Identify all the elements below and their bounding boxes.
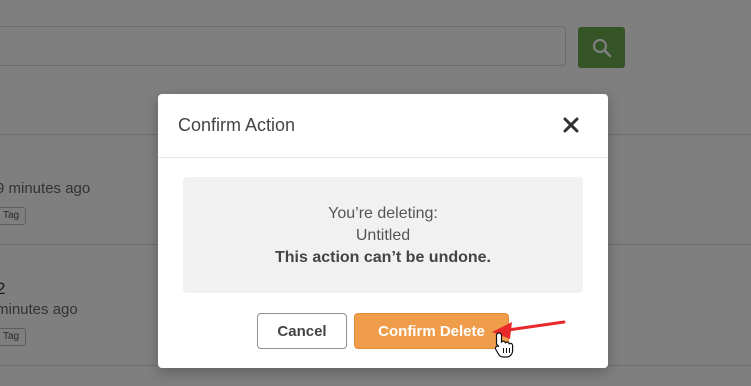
warning-text: This action can’t be undone.	[274, 249, 491, 266]
cancel-button[interactable]: Cancel	[257, 313, 347, 349]
close-icon	[563, 117, 579, 133]
confirm-dialog: Confirm Action You’re deleting: Untitled…	[158, 94, 608, 368]
delete-info-box: You’re deleting: Untitled This action ca…	[183, 177, 583, 293]
dialog-title: Confirm Action	[178, 115, 296, 135]
close-button[interactable]	[560, 114, 582, 136]
app-page: 9 minutes ago Tag 2 minutes ago Tag Conf…	[0, 0, 751, 386]
dialog-header: Confirm Action	[158, 94, 608, 158]
confirm-delete-button[interactable]: Confirm Delete	[354, 313, 509, 349]
deleting-label: You’re deleting:	[328, 205, 438, 222]
item-name: Untitled	[355, 227, 411, 244]
